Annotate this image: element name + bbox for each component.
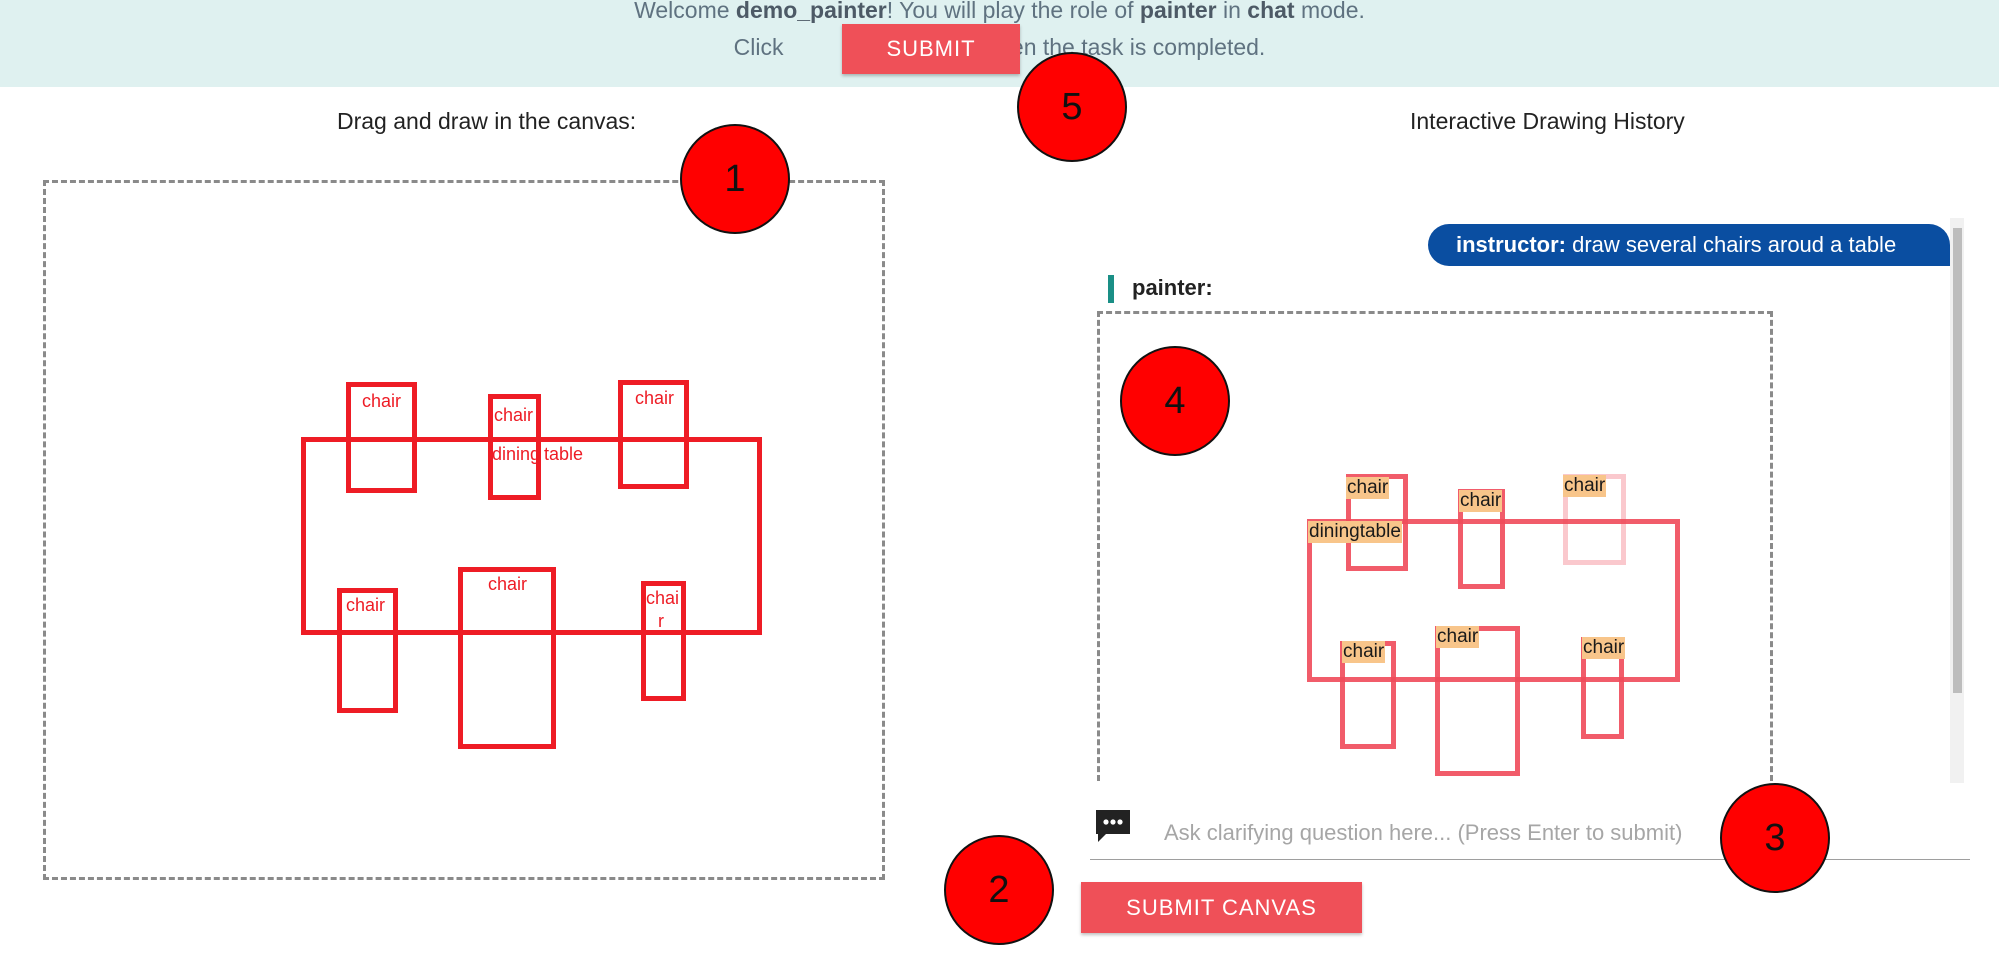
drawn-label: chai xyxy=(646,588,680,608)
preview-label: chair xyxy=(1582,637,1626,659)
drawn-label: chair xyxy=(362,391,402,411)
clarifying-question-input[interactable] xyxy=(1162,816,1726,850)
history-scrollbar-thumb[interactable] xyxy=(1953,228,1962,693)
mode-suffix: mode. xyxy=(1294,0,1365,23)
mode-prefix: in xyxy=(1216,0,1248,23)
annotation-marker-1: 1 xyxy=(680,124,790,234)
painter-indicator xyxy=(1108,275,1114,303)
painter-label: painter: xyxy=(1132,275,1213,300)
preview-label: chair xyxy=(1459,490,1503,512)
preview-label: diningtable xyxy=(1308,521,1402,543)
instructor-message-text: draw several chairs aroud a table xyxy=(1572,232,1897,257)
chat-bubble-icon xyxy=(1096,810,1130,842)
annotation-marker-3: 3 xyxy=(1720,783,1830,893)
drawn-label: table xyxy=(544,444,584,464)
welcome-prefix: Welcome xyxy=(634,0,736,23)
preview-label: chair xyxy=(1342,641,1386,663)
instructor-message: instructor: draw several chairs aroud a … xyxy=(1428,224,1950,266)
preview-label: chair xyxy=(1436,626,1480,648)
instructor-name: instructor: xyxy=(1456,232,1566,257)
annotation-marker-5: 5 xyxy=(1017,52,1127,162)
preview-box-chair xyxy=(1435,626,1520,776)
annotation-marker-2: 2 xyxy=(944,835,1054,945)
history-heading: Interactive Drawing History xyxy=(1410,108,1685,134)
drawing-canvas[interactable]: chair chair dining table chair chair chai… xyxy=(43,180,885,880)
preview-label: chair xyxy=(1346,477,1390,499)
username: demo_painter xyxy=(735,0,887,23)
completed-label: when the task is completed. xyxy=(981,34,1266,60)
submit-button[interactable]: SUBMIT xyxy=(842,24,1020,74)
canvas-heading: Drag and draw in the canvas: xyxy=(337,108,637,134)
annotation-marker-4: 4 xyxy=(1120,346,1230,456)
role: painter xyxy=(1139,0,1217,23)
role-prefix: ! You will play the role of xyxy=(886,0,1140,23)
preview-label: chair xyxy=(1563,475,1607,497)
mode: chat xyxy=(1247,0,1295,23)
submit-canvas-button[interactable]: SUBMIT CANVAS xyxy=(1081,882,1362,933)
drawn-label: chair xyxy=(494,405,534,425)
drawn-label: dining xyxy=(492,444,541,464)
drawn-label: r xyxy=(658,611,664,631)
drawn-label: chair xyxy=(635,388,675,408)
drawn-label: chair xyxy=(488,574,528,594)
click-label: Click xyxy=(733,34,784,60)
drawn-label: chair xyxy=(346,595,386,615)
welcome-text: Welcome demo_painter! You will play the … xyxy=(0,0,1999,24)
